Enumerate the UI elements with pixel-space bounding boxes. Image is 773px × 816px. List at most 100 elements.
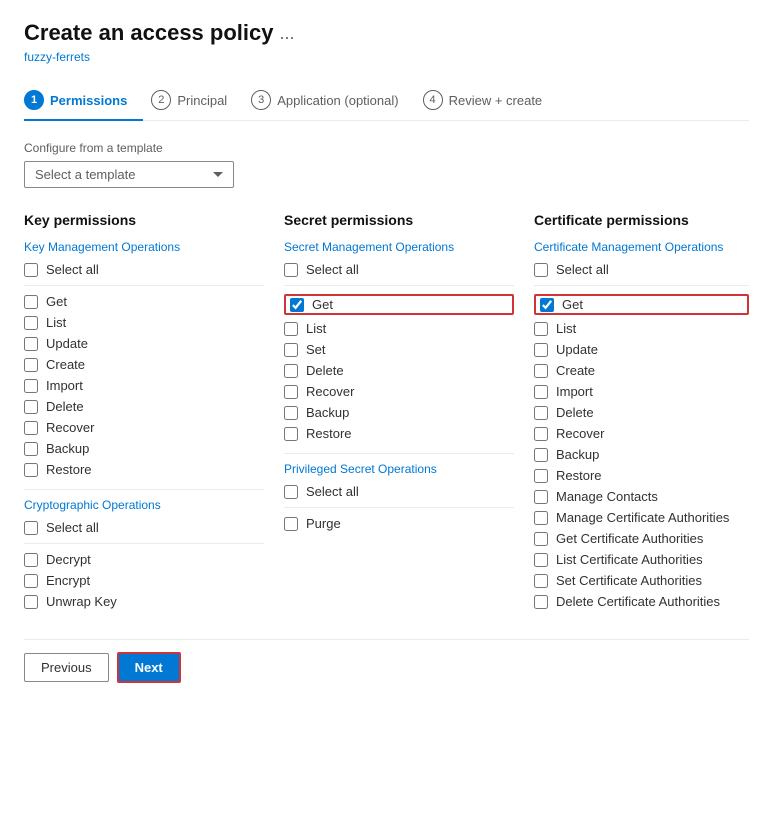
priv-secret-selectall-checkbox[interactable] [284,485,298,499]
key-get-item: Get [24,294,264,309]
tab-principal[interactable]: 2 Principal [151,80,243,120]
cert-get-item: Get [534,294,749,315]
cert-manageca-label[interactable]: Manage Certificate Authorities [556,510,729,525]
key-get-label[interactable]: Get [46,294,67,309]
key-import-label[interactable]: Import [46,378,83,393]
crypto-decrypt-label[interactable]: Decrypt [46,552,91,567]
template-select[interactable]: Select a template [24,161,234,188]
cert-selectall-label[interactable]: Select all [556,262,609,277]
key-backup-label[interactable]: Backup [46,441,89,456]
cert-list-checkbox[interactable] [534,322,548,336]
secret-selectall-checkbox[interactable] [284,263,298,277]
cert-create-checkbox[interactable] [534,364,548,378]
key-update-label[interactable]: Update [46,336,88,351]
cert-setca-label[interactable]: Set Certificate Authorities [556,573,702,588]
key-get-checkbox[interactable] [24,295,38,309]
key-create-label[interactable]: Create [46,357,85,372]
priv-secret-selectall-label[interactable]: Select all [306,484,359,499]
chevron-down-icon [213,172,223,177]
key-restore-label[interactable]: Restore [46,462,92,477]
cert-import-checkbox[interactable] [534,385,548,399]
cert-selectall-checkbox[interactable] [534,263,548,277]
cert-recover-label[interactable]: Recover [556,426,604,441]
key-import-checkbox[interactable] [24,379,38,393]
cert-getca-label[interactable]: Get Certificate Authorities [556,531,703,546]
crypto-encrypt-checkbox[interactable] [24,574,38,588]
key-recover-checkbox[interactable] [24,421,38,435]
key-recover-label[interactable]: Recover [46,420,94,435]
key-delete-label[interactable]: Delete [46,399,84,414]
tab-application[interactable]: 3 Application (optional) [251,80,414,120]
breadcrumb[interactable]: fuzzy-ferrets [24,50,749,64]
secret-selectall-label[interactable]: Select all [306,262,359,277]
secret-recover-label[interactable]: Recover [306,384,354,399]
secret-backup-checkbox[interactable] [284,406,298,420]
key-delete-item: Delete [24,399,264,414]
key-list-checkbox[interactable] [24,316,38,330]
cert-managecontacts-checkbox[interactable] [534,490,548,504]
cert-listca-checkbox[interactable] [534,553,548,567]
secret-set-label[interactable]: Set [306,342,326,357]
cert-deleteca-label[interactable]: Delete Certificate Authorities [556,594,720,609]
crypto-encrypt-item: Encrypt [24,573,264,588]
cert-delete-checkbox[interactable] [534,406,548,420]
cert-update-checkbox[interactable] [534,343,548,357]
cert-backup-checkbox[interactable] [534,448,548,462]
secret-get-checkbox[interactable] [290,298,304,312]
cert-listca-item: List Certificate Authorities [534,552,749,567]
cert-deleteca-checkbox[interactable] [534,595,548,609]
cert-import-label[interactable]: Import [556,384,593,399]
cert-backup-label[interactable]: Backup [556,447,599,462]
crypto-decrypt-checkbox[interactable] [24,553,38,567]
crypto-unwrapkey-label[interactable]: Unwrap Key [46,594,117,609]
crypto-encrypt-label[interactable]: Encrypt [46,573,90,588]
key-selectall-checkbox[interactable] [24,263,38,277]
crypto-selectall-checkbox[interactable] [24,521,38,535]
key-backup-item: Backup [24,441,264,456]
secret-delete-checkbox[interactable] [284,364,298,378]
secret-recover-checkbox[interactable] [284,385,298,399]
cert-managecontacts-label[interactable]: Manage Contacts [556,489,658,504]
priv-secret-purge-label[interactable]: Purge [306,516,341,531]
permissions-grid: Key permissions Key Management Operation… [24,212,749,615]
secret-delete-label[interactable]: Delete [306,363,344,378]
priv-secret-purge-checkbox[interactable] [284,517,298,531]
secret-backup-label[interactable]: Backup [306,405,349,420]
cert-create-label[interactable]: Create [556,363,595,378]
key-create-checkbox[interactable] [24,358,38,372]
key-update-checkbox[interactable] [24,337,38,351]
secret-list-item: List [284,321,514,336]
cert-list-item: List [534,321,749,336]
cert-restore-label[interactable]: Restore [556,468,602,483]
tab-review[interactable]: 4 Review + create [423,80,559,120]
secret-get-label[interactable]: Get [312,297,333,312]
key-list-item: List [24,315,264,330]
secret-set-checkbox[interactable] [284,343,298,357]
cert-setca-checkbox[interactable] [534,574,548,588]
cert-get-label[interactable]: Get [562,297,583,312]
tab-permissions[interactable]: 1 Permissions [24,80,143,120]
cert-list-label[interactable]: List [556,321,576,336]
key-list-label[interactable]: List [46,315,66,330]
cert-restore-checkbox[interactable] [534,469,548,483]
secret-restore-checkbox[interactable] [284,427,298,441]
tab-3-label: Application (optional) [277,93,398,108]
secret-list-label[interactable]: List [306,321,326,336]
key-backup-checkbox[interactable] [24,442,38,456]
previous-button[interactable]: Previous [24,653,109,682]
key-delete-checkbox[interactable] [24,400,38,414]
cert-getca-checkbox[interactable] [534,532,548,546]
cert-get-checkbox[interactable] [540,298,554,312]
key-restore-checkbox[interactable] [24,463,38,477]
cert-manageca-checkbox[interactable] [534,511,548,525]
secret-restore-label[interactable]: Restore [306,426,352,441]
cert-update-label[interactable]: Update [556,342,598,357]
key-selectall-label[interactable]: Select all [46,262,99,277]
cert-delete-label[interactable]: Delete [556,405,594,420]
next-button[interactable]: Next [117,652,181,683]
cert-recover-checkbox[interactable] [534,427,548,441]
crypto-unwrapkey-checkbox[interactable] [24,595,38,609]
cert-listca-label[interactable]: List Certificate Authorities [556,552,703,567]
secret-list-checkbox[interactable] [284,322,298,336]
crypto-selectall-label[interactable]: Select all [46,520,99,535]
